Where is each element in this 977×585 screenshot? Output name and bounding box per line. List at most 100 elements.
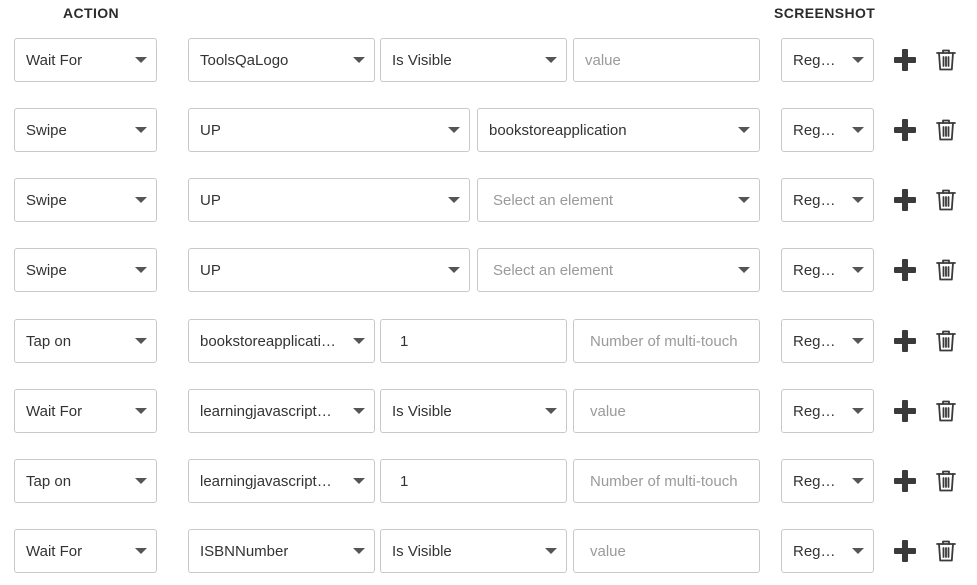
condition-select[interactable]: Is Visible	[380, 529, 567, 573]
plus-icon[interactable]	[894, 540, 916, 562]
chevron-down-icon	[545, 57, 557, 63]
condition-select[interactable]: Is Visible	[380, 389, 567, 433]
tap-count-value: 1	[400, 472, 409, 490]
chevron-down-icon	[135, 127, 147, 133]
plus-icon[interactable]	[894, 470, 916, 492]
screenshot-select[interactable]: Reg…	[781, 38, 874, 82]
chevron-down-icon	[852, 57, 864, 63]
tap-count-input[interactable]: 1	[380, 459, 567, 503]
step-row-5: Tap on bookstoreapplicati… 1 Number of m…	[0, 319, 977, 365]
chevron-down-icon	[135, 408, 147, 414]
chevron-down-icon	[738, 197, 750, 203]
action-select[interactable]: Tap on	[14, 319, 157, 363]
element-select[interactable]: ISBNNumber	[188, 529, 375, 573]
condition-select[interactable]: Is Visible	[380, 38, 567, 82]
chevron-down-icon	[135, 267, 147, 273]
trash-icon[interactable]	[935, 329, 957, 353]
action-value: Wait For	[26, 402, 83, 420]
plus-icon[interactable]	[894, 330, 916, 352]
element-placeholder: Select an element	[493, 191, 614, 209]
chevron-down-icon	[135, 338, 147, 344]
chevron-down-icon	[135, 197, 147, 203]
chevron-down-icon	[135, 478, 147, 484]
plus-icon[interactable]	[894, 119, 916, 141]
direction-value: UP	[200, 261, 221, 279]
chevron-down-icon	[135, 57, 147, 63]
chevron-down-icon	[852, 127, 864, 133]
screenshot-value: Reg…	[793, 51, 836, 69]
chevron-down-icon	[448, 197, 460, 203]
action-select[interactable]: Wait For	[14, 389, 157, 433]
action-select[interactable]: Wait For	[14, 38, 157, 82]
action-select[interactable]: Tap on	[14, 459, 157, 503]
step-row-4: Swipe UP Select an element Reg…	[0, 248, 977, 294]
multi-touch-input[interactable]: Number of multi-touch	[573, 319, 760, 363]
element-select[interactable]: bookstoreapplicati…	[188, 319, 375, 363]
screenshot-select[interactable]: Reg…	[781, 389, 874, 433]
action-select[interactable]: Swipe	[14, 108, 157, 152]
chevron-down-icon	[852, 548, 864, 554]
action-select[interactable]: Swipe	[14, 178, 157, 222]
screenshot-value: Reg…	[793, 542, 836, 560]
screenshot-select[interactable]: Reg…	[781, 178, 874, 222]
screenshot-value: Reg…	[793, 472, 836, 490]
step-row-6: Wait For learningjavascript… Is Visible …	[0, 389, 977, 435]
value-input[interactable]: value	[573, 38, 760, 82]
element-value: learningjavascript…	[200, 402, 332, 420]
chevron-down-icon	[353, 478, 365, 484]
chevron-down-icon	[738, 127, 750, 133]
tap-count-value: 1	[400, 332, 409, 350]
direction-select[interactable]: UP	[188, 108, 470, 152]
screenshot-value: Reg…	[793, 332, 836, 350]
direction-value: UP	[200, 121, 221, 139]
action-select[interactable]: Swipe	[14, 248, 157, 292]
action-select[interactable]: Wait For	[14, 529, 157, 573]
value-input[interactable]: value	[573, 389, 760, 433]
screenshot-select[interactable]: Reg…	[781, 248, 874, 292]
value-input[interactable]: value	[573, 529, 760, 573]
screenshot-select[interactable]: Reg…	[781, 319, 874, 363]
action-value: Swipe	[26, 121, 67, 139]
step-row-8: Wait For ISBNNumber Is Visible value Reg…	[0, 529, 977, 575]
chevron-down-icon	[852, 197, 864, 203]
direction-value: UP	[200, 191, 221, 209]
trash-icon[interactable]	[935, 399, 957, 423]
plus-icon[interactable]	[894, 259, 916, 281]
element-select[interactable]: learningjavascript…	[188, 389, 375, 433]
trash-icon[interactable]	[935, 118, 957, 142]
action-value: Tap on	[26, 472, 72, 490]
element-select[interactable]: learningjavascript…	[188, 459, 375, 503]
chevron-down-icon	[852, 338, 864, 344]
multi-touch-input[interactable]: Number of multi-touch	[573, 459, 760, 503]
plus-icon[interactable]	[894, 49, 916, 71]
direction-select[interactable]: UP	[188, 248, 470, 292]
trash-icon[interactable]	[935, 48, 957, 72]
condition-value: Is Visible	[392, 402, 452, 420]
chevron-down-icon	[852, 408, 864, 414]
element-placeholder: Select an element	[493, 261, 614, 279]
element-select[interactable]: Select an element	[477, 248, 760, 292]
screenshot-select[interactable]: Reg…	[781, 108, 874, 152]
trash-icon[interactable]	[935, 188, 957, 212]
trash-icon[interactable]	[935, 469, 957, 493]
plus-icon[interactable]	[894, 189, 916, 211]
trash-icon[interactable]	[935, 539, 957, 563]
element-value: learningjavascript…	[200, 472, 332, 490]
screenshot-select[interactable]: Reg…	[781, 459, 874, 503]
screenshot-select[interactable]: Reg…	[781, 529, 874, 573]
condition-value: Is Visible	[392, 542, 452, 560]
direction-select[interactable]: UP	[188, 178, 470, 222]
action-value: Wait For	[26, 51, 83, 69]
chevron-down-icon	[353, 548, 365, 554]
element-value: ISBNNumber	[200, 542, 289, 560]
step-row-1: Wait For ToolsQaLogo Is Visible value Re…	[0, 38, 977, 84]
chevron-down-icon	[852, 478, 864, 484]
element-select[interactable]: bookstoreapplication	[477, 108, 760, 152]
element-select[interactable]: ToolsQaLogo	[188, 38, 375, 82]
step-row-7: Tap on learningjavascript… 1 Number of m…	[0, 459, 977, 505]
trash-icon[interactable]	[935, 258, 957, 282]
plus-icon[interactable]	[894, 400, 916, 422]
tap-count-input[interactable]: 1	[380, 319, 567, 363]
screenshot-column-header: SCREENSHOT	[774, 5, 876, 21]
element-select[interactable]: Select an element	[477, 178, 760, 222]
